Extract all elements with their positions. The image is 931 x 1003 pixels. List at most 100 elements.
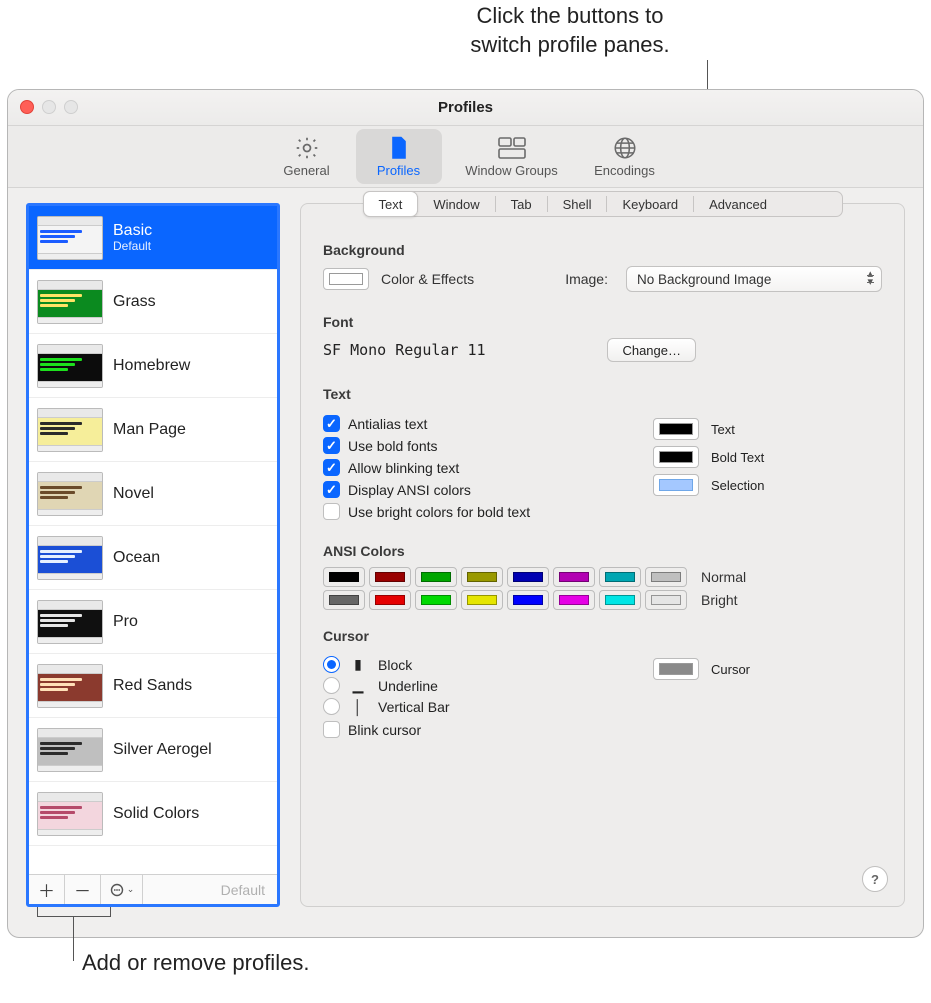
profile-name: Solid Colors: [113, 805, 199, 823]
window-title: Profiles: [438, 99, 493, 116]
section-ansi: ANSI Colors: [323, 543, 882, 559]
ansi-color-well[interactable]: [323, 590, 365, 610]
font-change-button[interactable]: Change…: [607, 338, 696, 362]
callout-bottom: Add or remove profiles.: [82, 950, 309, 976]
ansi-color-well[interactable]: [507, 590, 549, 610]
profile-item-solid-colors[interactable]: Solid Colors: [29, 782, 277, 846]
selection-color-well[interactable]: [653, 474, 699, 496]
radio-cursor-block[interactable]: ▮Block: [323, 656, 613, 673]
toolbar-encodings[interactable]: Encodings: [582, 129, 668, 184]
gear-icon: [266, 133, 348, 163]
profile-item-man-page[interactable]: Man Page: [29, 398, 277, 462]
toolbar-window-groups-label: Window Groups: [450, 163, 574, 178]
profile-name: Man Page: [113, 421, 186, 439]
profile-item-basic[interactable]: BasicDefault: [29, 206, 277, 270]
ansi-color-well[interactable]: [323, 567, 365, 587]
toolbar-profiles-label: Profiles: [358, 163, 440, 178]
ansi-color-well[interactable]: [369, 567, 411, 587]
minimize-icon[interactable]: [42, 100, 56, 114]
profile-detail-panel: TextWindowTabShellKeyboardAdvanced Backg…: [300, 203, 905, 907]
chk-blink-cursor[interactable]: Blink cursor: [323, 721, 613, 738]
remove-profile-button[interactable]: －: [65, 875, 101, 904]
profile-thumbnail: [37, 600, 103, 644]
tab-text[interactable]: Text: [363, 191, 419, 217]
bold-text-color-label: Bold Text: [711, 450, 764, 465]
chk-blink-cursor-label: Blink cursor: [348, 722, 421, 738]
chk-bright-bold[interactable]: Use bright colors for bold text: [323, 503, 613, 520]
profile-item-grass[interactable]: Grass: [29, 270, 277, 334]
chk-antialias[interactable]: Antialias text: [323, 415, 613, 432]
background-image-popup[interactable]: No Background Image ▴▾: [626, 266, 882, 292]
globe-icon: [584, 133, 666, 163]
background-image-value: No Background Image: [637, 272, 771, 287]
ansi-color-well[interactable]: [415, 590, 457, 610]
callout-leader-bottom-bar: [37, 907, 111, 917]
add-profile-button[interactable]: ＋: [29, 875, 65, 904]
close-icon[interactable]: [20, 100, 34, 114]
background-color-well[interactable]: [323, 268, 369, 290]
cursor-color-well[interactable]: [653, 658, 699, 680]
ansi-color-well[interactable]: [599, 567, 641, 587]
profile-subtitle: Default: [113, 240, 152, 253]
profile-item-silver-aerogel[interactable]: Silver Aerogel: [29, 718, 277, 782]
profile-item-red-sands[interactable]: Red Sands: [29, 654, 277, 718]
profiles-list[interactable]: BasicDefault GrassHomebrew Man Page Novel Oc…: [29, 206, 277, 874]
chk-bold-fonts[interactable]: Use bold fonts: [323, 437, 613, 454]
ansi-row-label: Bright: [701, 592, 738, 608]
profile-thumbnail: [37, 664, 103, 708]
set-default-button[interactable]: Default: [209, 875, 277, 904]
ansi-color-well[interactable]: [645, 590, 687, 610]
tab-window[interactable]: Window: [418, 192, 494, 216]
bold-text-color-well[interactable]: [653, 446, 699, 468]
ansi-color-well[interactable]: [415, 567, 457, 587]
ansi-color-well[interactable]: [599, 590, 641, 610]
help-button[interactable]: ?: [862, 866, 888, 892]
profile-item-pro[interactable]: Pro: [29, 590, 277, 654]
chk-blinking[interactable]: Allow blinking text: [323, 459, 613, 476]
ansi-color-well[interactable]: [461, 567, 503, 587]
callout-leader-bottom-v: [73, 917, 74, 961]
ansi-color-well[interactable]: [507, 567, 549, 587]
toolbar: General Profiles Window Groups Encodings: [8, 126, 923, 188]
text-color-well[interactable]: [653, 418, 699, 440]
profile-name: Pro: [113, 613, 138, 631]
profile-name: BasicDefault: [113, 222, 152, 253]
zoom-icon[interactable]: [64, 100, 78, 114]
toolbar-window-groups[interactable]: Window Groups: [448, 129, 576, 184]
background-color-label: Color & Effects: [381, 271, 474, 287]
profile-name: Red Sands: [113, 677, 192, 695]
toolbar-general-label: General: [266, 163, 348, 178]
chk-bold-fonts-label: Use bold fonts: [348, 438, 438, 454]
profile-name: Ocean: [113, 549, 160, 567]
profile-item-homebrew[interactable]: Homebrew: [29, 334, 277, 398]
profile-name: Silver Aerogel: [113, 741, 212, 759]
tab-tab[interactable]: Tab: [496, 192, 547, 216]
tab-advanced[interactable]: Advanced: [694, 192, 782, 216]
chk-ansi-colors[interactable]: Display ANSI colors: [323, 481, 613, 498]
ansi-normal-row: Normal: [323, 567, 882, 587]
background-image-label: Image:: [565, 271, 608, 287]
radio-cursor-underline[interactable]: ▁Underline: [323, 677, 613, 694]
profile-item-ocean[interactable]: Ocean: [29, 526, 277, 590]
tab-shell[interactable]: Shell: [548, 192, 607, 216]
cursor-color-label: Cursor: [711, 662, 750, 677]
section-font: Font: [323, 314, 882, 330]
ansi-color-well[interactable]: [553, 590, 595, 610]
profiles-footer: ＋ － ⌄ Default: [29, 874, 277, 904]
titlebar: Profiles: [8, 90, 923, 126]
selection-color-label: Selection: [711, 478, 764, 493]
ansi-color-well[interactable]: [553, 567, 595, 587]
radio-cursor-vertical[interactable]: │Vertical Bar: [323, 698, 613, 715]
toolbar-general[interactable]: General: [264, 129, 350, 184]
profile-name: Novel: [113, 485, 154, 503]
ansi-color-well[interactable]: [461, 590, 503, 610]
profile-actions-menu[interactable]: ⌄: [101, 875, 143, 904]
ansi-color-well[interactable]: [645, 567, 687, 587]
tab-keyboard[interactable]: Keyboard: [607, 192, 693, 216]
text-color-label: Text: [711, 422, 735, 437]
ansi-color-well[interactable]: [369, 590, 411, 610]
toolbar-profiles[interactable]: Profiles: [356, 129, 442, 184]
profile-thumbnail: [37, 344, 103, 388]
profile-item-novel[interactable]: Novel: [29, 462, 277, 526]
window-groups-icon: [450, 133, 574, 163]
